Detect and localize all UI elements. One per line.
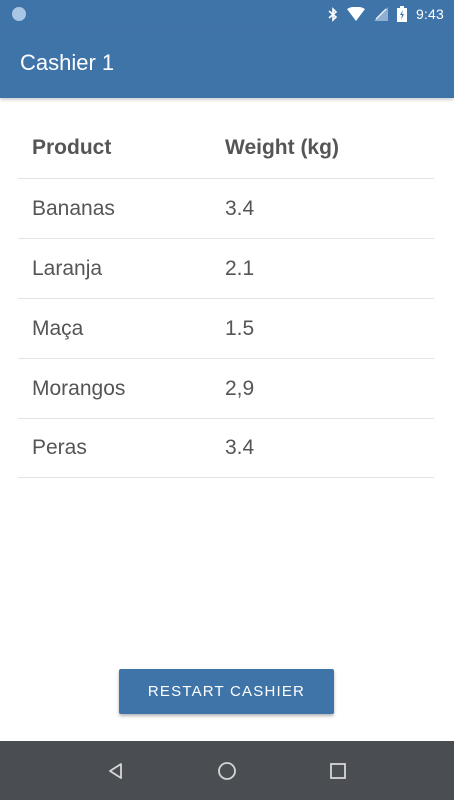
battery-icon <box>396 6 407 22</box>
screen: 9:43 Cashier 1 Product Weight (kg) Banan… <box>0 0 454 800</box>
wifi-icon <box>346 7 365 21</box>
notification-dot-icon <box>12 7 26 21</box>
cell-weight: 1.5 <box>225 316 255 340</box>
header-weight: Weight (kg) <box>225 136 339 159</box>
header-product: Product <box>32 136 112 159</box>
restart-cashier-button[interactable]: RESTART CASHIER <box>119 669 334 714</box>
cell-weight: 3.4 <box>225 436 255 459</box>
table-row: Morangos 2,9 <box>18 358 434 418</box>
cell-weight: 2.1 <box>225 256 255 280</box>
cell-product: Laranja <box>32 256 103 280</box>
status-bar: 9:43 <box>0 0 454 28</box>
recents-icon[interactable] <box>318 751 358 791</box>
cell-weight: 3.4 <box>225 196 255 220</box>
product-table: Product Weight (kg) Bananas 3.4 Laranja … <box>18 118 434 478</box>
app-bar: Cashier 1 <box>0 28 454 98</box>
bluetooth-icon <box>328 6 338 22</box>
status-icons: 9:43 <box>328 6 444 22</box>
cell-product: Maça <box>32 316 84 340</box>
cell-product: Morangos <box>32 376 126 400</box>
table-row: Laranja 2.1 <box>18 238 434 298</box>
app-title: Cashier 1 <box>20 50 115 75</box>
no-sim-icon <box>373 7 388 21</box>
table-row: Bananas 3.4 <box>18 178 434 238</box>
table-header: Product Weight (kg) <box>18 118 434 178</box>
cell-product: Bananas <box>32 196 115 220</box>
back-icon[interactable] <box>96 751 136 791</box>
table-row: Peras 3.4 <box>18 418 434 478</box>
table-row: Maça 1.5 <box>18 298 434 358</box>
cell-product: Peras <box>32 436 87 459</box>
nav-bar <box>0 741 454 800</box>
status-time: 9:43 <box>415 6 444 22</box>
cell-weight: 2,9 <box>225 376 255 400</box>
home-icon[interactable] <box>207 751 247 791</box>
